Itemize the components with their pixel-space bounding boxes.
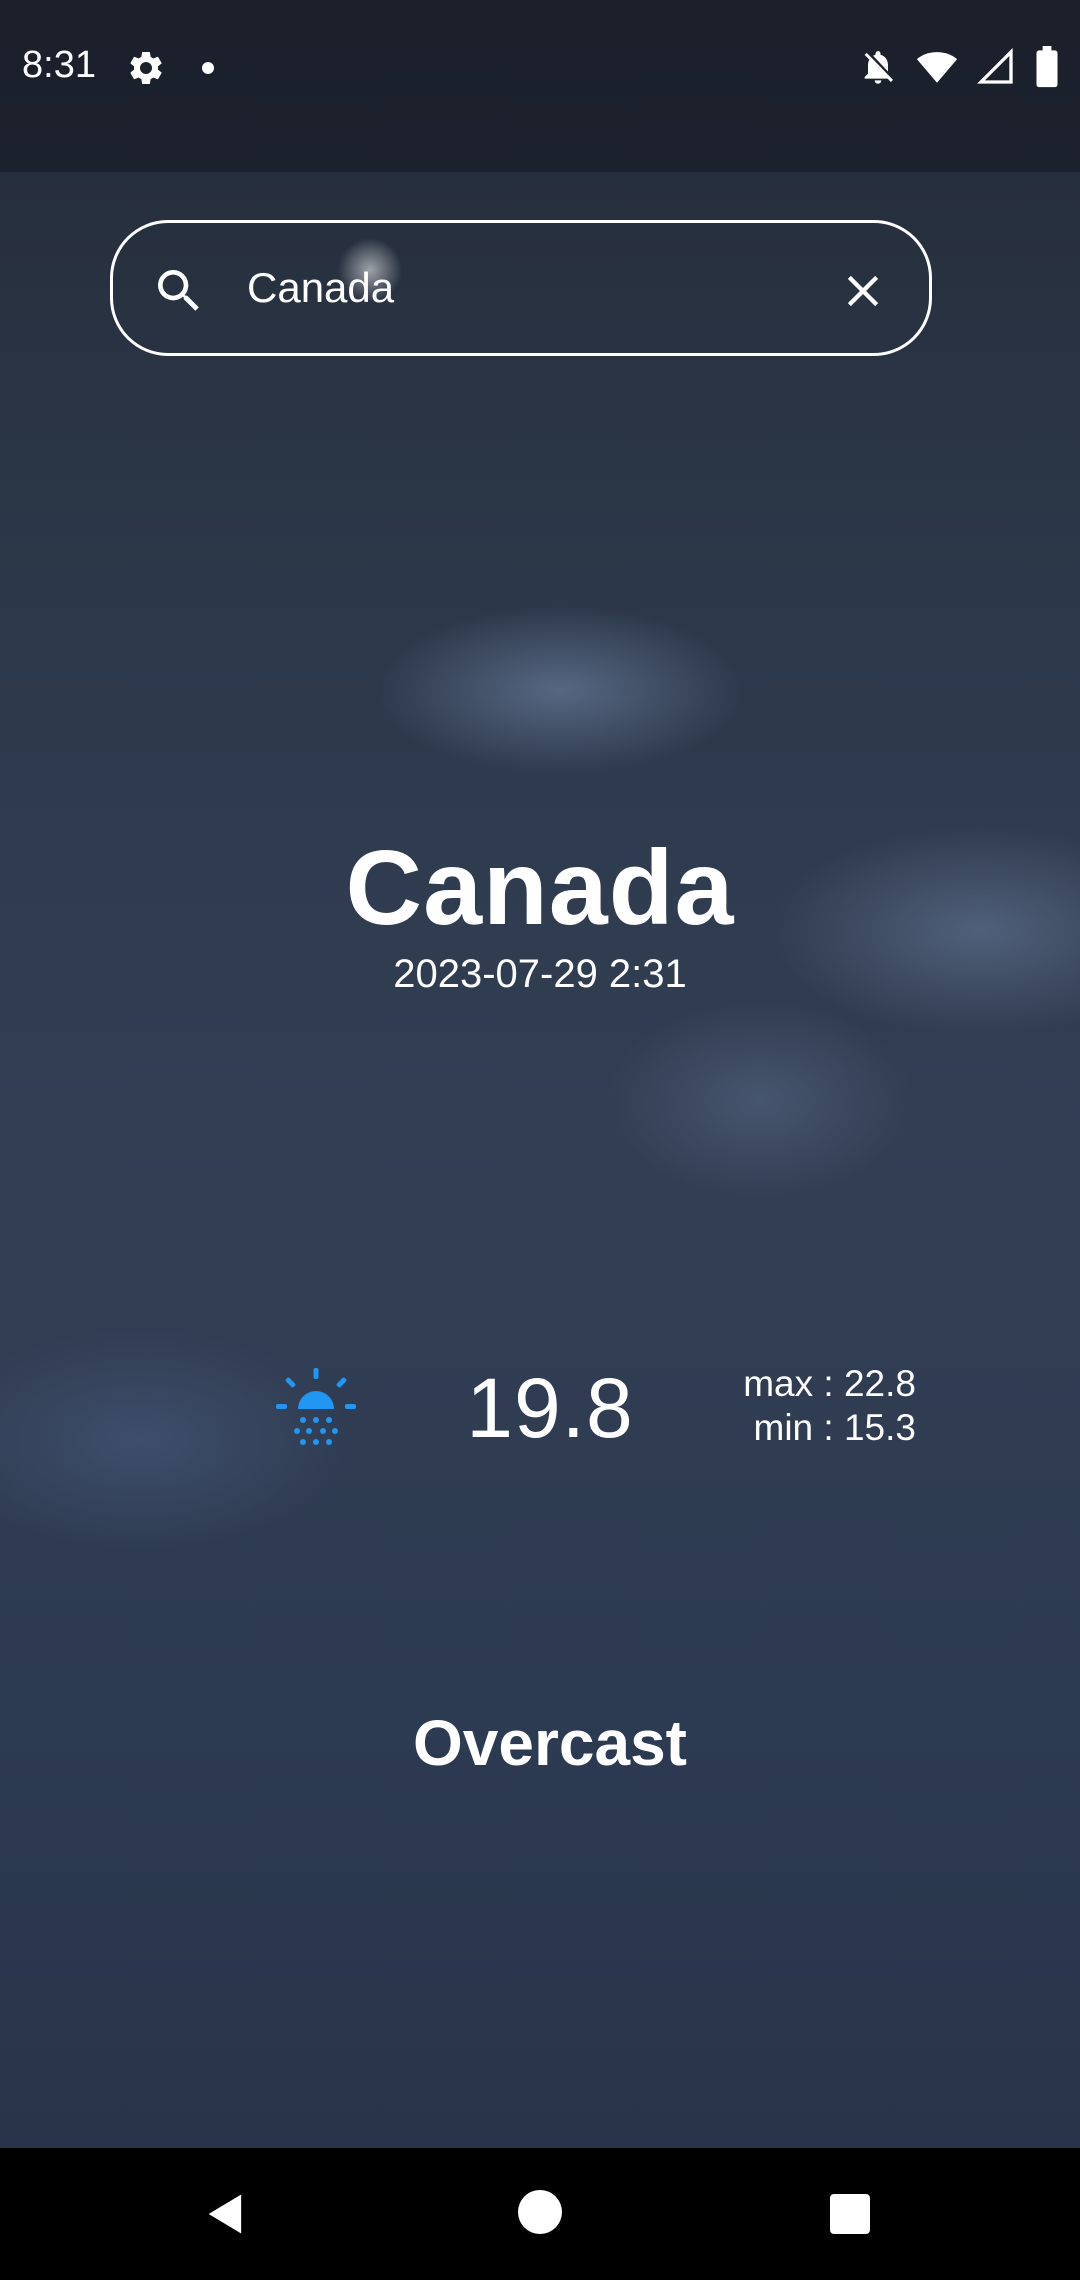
search-input[interactable]	[247, 253, 807, 323]
current-temperature: 19.8	[466, 1361, 634, 1455]
battery-icon	[1036, 46, 1058, 88]
home-icon[interactable]	[518, 2190, 562, 2234]
close-icon[interactable]	[837, 265, 889, 317]
wifi-icon	[916, 52, 958, 83]
search-icon[interactable]	[151, 263, 207, 319]
max-temperature: max : 22.8	[743, 1363, 916, 1404]
min-temperature: min : 15.3	[753, 1407, 916, 1448]
weather-condition: Overcast	[413, 1707, 687, 1779]
settings-gear-icon	[130, 51, 162, 84]
notifications-off-icon	[864, 51, 893, 84]
local-datetime: 2023-07-29 2:31	[393, 952, 687, 996]
temperature-range: max : 22.8 min : 15.3	[700, 1362, 916, 1450]
back-icon[interactable]	[200, 2188, 252, 2240]
search-bar[interactable]	[110, 220, 932, 356]
system-nav-bar	[0, 2148, 1080, 2280]
notification-dot-icon	[202, 62, 214, 74]
status-time: 8:31	[22, 44, 96, 86]
cellular-signal-icon	[976, 47, 1013, 84]
sunrise-drizzle-icon	[276, 1368, 356, 1445]
status-icons	[858, 44, 1060, 90]
city-name: Canada	[345, 829, 735, 947]
recents-icon[interactable]	[830, 2194, 870, 2234]
